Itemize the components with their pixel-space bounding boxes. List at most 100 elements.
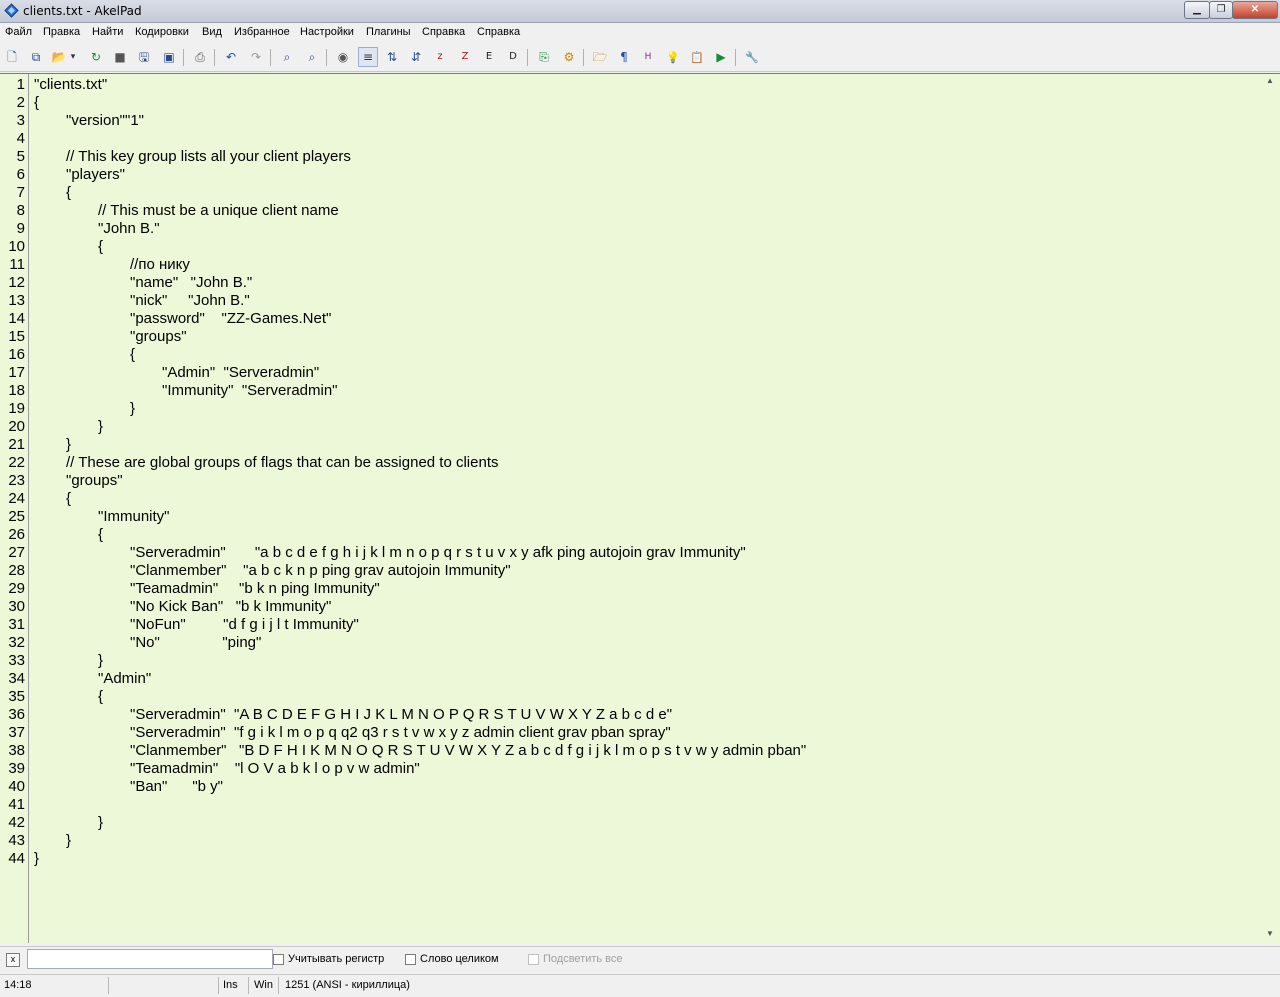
code-line[interactable]: "nick" "John B." [130, 292, 250, 310]
find-icon[interactable]: ⌕ [278, 48, 296, 66]
code-line[interactable]: // These are global groups of flags that… [66, 454, 499, 472]
copy-path-icon[interactable]: ⎘ [535, 48, 553, 66]
favorites-folder-icon[interactable]: 🗁 [591, 48, 609, 66]
code-line[interactable]: "password" "ZZ-Games.Net" [130, 310, 331, 328]
maximize-button[interactable]: ❐ [1209, 1, 1233, 19]
code-line[interactable]: "Clanmember" "a b c k n p ping grav auto… [130, 562, 511, 580]
checkbox-box[interactable] [405, 953, 416, 965]
word-wrap-icon[interactable]: ≡ [358, 47, 378, 67]
code-line[interactable]: } [34, 850, 39, 868]
code-line[interactable]: "Teamadmin" "b k n ping Immunity" [130, 580, 380, 598]
scroll-down-icon[interactable]: ▼ [1266, 929, 1274, 938]
code-line[interactable]: "Clanmember" "B D F H I K M N O Q R S T … [130, 742, 806, 760]
sort-ascending-icon[interactable]: ⇅ [383, 48, 401, 66]
code-line[interactable]: "NoFun" "d f g i j l t Immunity" [130, 616, 359, 634]
clipboard-icon[interactable]: 📋 [688, 48, 706, 66]
menu-view[interactable]: Вид [202, 26, 222, 38]
code-line[interactable]: "clients.txt" [34, 76, 107, 94]
undo-icon[interactable]: ↶ [222, 48, 240, 66]
find-replace-icon[interactable]: ⌕ [303, 48, 321, 66]
code-line[interactable]: "No Kick Ban" "b k Immunity" [130, 598, 331, 616]
menu-encoding[interactable]: Кодировки [135, 26, 189, 38]
code-line[interactable]: "name" "John B." [130, 274, 252, 292]
reopen-icon[interactable]: ↻ [87, 48, 105, 66]
code-line[interactable]: "Serveradmin" "A B C D E F G H I J K L M… [130, 706, 672, 724]
code-line[interactable]: "Serveradmin" "f g i k l m o p q q2 q3 r… [130, 724, 671, 742]
code-line[interactable]: { [98, 526, 103, 544]
search-input[interactable] [27, 949, 273, 969]
code-line[interactable]: "Admin" "Serveradmin" [162, 364, 319, 382]
code-line[interactable]: "players" [66, 166, 125, 184]
code-line[interactable]: "Teamadmin" "l O V a b k l o p v w admin… [130, 760, 420, 778]
save-as-icon[interactable]: 🖫 [135, 48, 153, 66]
code-line[interactable]: "Immunity" "Serveradmin" [162, 382, 338, 400]
save-icon[interactable]: ■ [111, 48, 129, 66]
minimize-button[interactable]: ▁ [1184, 1, 1210, 19]
code-line[interactable]: { [98, 688, 103, 706]
code-line[interactable]: } [98, 418, 103, 436]
search-close-button[interactable]: x [6, 953, 20, 967]
code-line[interactable]: } [66, 436, 71, 454]
menu-edit[interactable]: Правка [43, 26, 80, 38]
code-line[interactable]: "Immunity" [98, 508, 170, 526]
menu-help[interactable]: Справка [422, 26, 465, 38]
lowercase-icon[interactable]: z [431, 48, 449, 66]
code-line[interactable]: } [130, 400, 135, 418]
print-icon[interactable]: ⎙ [191, 48, 209, 66]
close-button[interactable]: ✕ [1232, 1, 1278, 19]
code-line[interactable]: // This must be a unique client name [98, 202, 339, 220]
menu-settings[interactable]: Настройки [300, 26, 354, 38]
open-folder-icon[interactable]: 📂 [50, 48, 68, 66]
data-icon[interactable]: D [504, 48, 522, 66]
sort-descending-icon[interactable]: ⇵ [407, 48, 425, 66]
pilcrow-icon[interactable]: ¶ [615, 48, 633, 66]
text-editor[interactable]: 1 2 3 4 5 6 7 8 9 10 11 12 13 14 15 16 17 18 19 20 21 22 23 24 2… [0, 73, 1280, 943]
new-file-icon[interactable]: 🗋 [3, 48, 21, 66]
code-line[interactable]: // This key group lists all your client … [66, 148, 351, 166]
code-line[interactable]: "No" "ping" [130, 634, 261, 652]
menu-help-2[interactable]: Справка [477, 26, 520, 38]
match-case-checkbox[interactable]: Учитывать регистр [273, 953, 384, 965]
line-number: 39 [8, 760, 25, 777]
code-line[interactable]: { [130, 346, 135, 364]
menu-favorites[interactable]: Избранное [234, 26, 290, 38]
insert-mode[interactable]: Ins [223, 979, 238, 991]
dropdown-arrow-icon[interactable]: ▾ [68, 48, 78, 66]
code-line[interactable]: { [66, 184, 71, 202]
whole-word-checkbox[interactable]: Слово целиком [405, 953, 499, 965]
line-ending[interactable]: Win [254, 979, 273, 991]
tools-icon[interactable]: 🔧 [743, 48, 761, 66]
code-line[interactable]: { [34, 94, 39, 112]
checkbox-box[interactable] [273, 953, 284, 965]
code-line[interactable]: "Serveradmin" "a b c d e f g h i j k l m… [130, 544, 746, 562]
code-line[interactable]: } [98, 814, 103, 832]
redo-icon[interactable]: ↷ [247, 48, 265, 66]
menu-file[interactable]: Файл [5, 26, 32, 38]
code-line[interactable]: "groups" [66, 472, 123, 490]
title-bar[interactable]: clients.txt - AkelPad ▁ ❐ ✕ [0, 0, 1280, 23]
code-line[interactable]: "John B." [98, 220, 160, 238]
code-line[interactable]: "version""1" [66, 112, 144, 130]
menu-find[interactable]: Найти [92, 26, 123, 38]
vertical-scrollbar[interactable]: ▲ ▼ [1262, 74, 1280, 943]
save-all-icon[interactable]: ▣ [160, 48, 178, 66]
menu-plugins[interactable]: Плагины [366, 26, 411, 38]
uppercase-icon[interactable]: Z [456, 48, 474, 66]
code-line[interactable]: "Ban" "b y" [130, 778, 223, 796]
code-line[interactable]: "groups" [130, 328, 187, 346]
code-line[interactable]: { [98, 238, 103, 256]
code-line[interactable]: } [98, 652, 103, 670]
code-line[interactable]: { [66, 490, 71, 508]
code-line[interactable]: "Admin" [98, 670, 151, 688]
new-window-icon[interactable]: ⧉ [27, 48, 45, 66]
scroll-up-icon[interactable]: ▲ [1266, 76, 1274, 85]
code-line[interactable]: } [66, 832, 71, 850]
run-icon[interactable]: ▶ [712, 48, 730, 66]
code-line[interactable]: //по нику [130, 256, 190, 274]
encoding-status[interactable]: 1251 (ANSI - кириллица) [285, 979, 410, 991]
encoding-icon[interactable]: Е [480, 48, 498, 66]
go-to-icon[interactable]: ◉ [334, 48, 352, 66]
lightbulb-icon[interactable]: 💡 [664, 48, 682, 66]
hex-icon[interactable]: H [639, 48, 657, 66]
settings-gear-icon[interactable]: ⚙ [560, 48, 578, 66]
